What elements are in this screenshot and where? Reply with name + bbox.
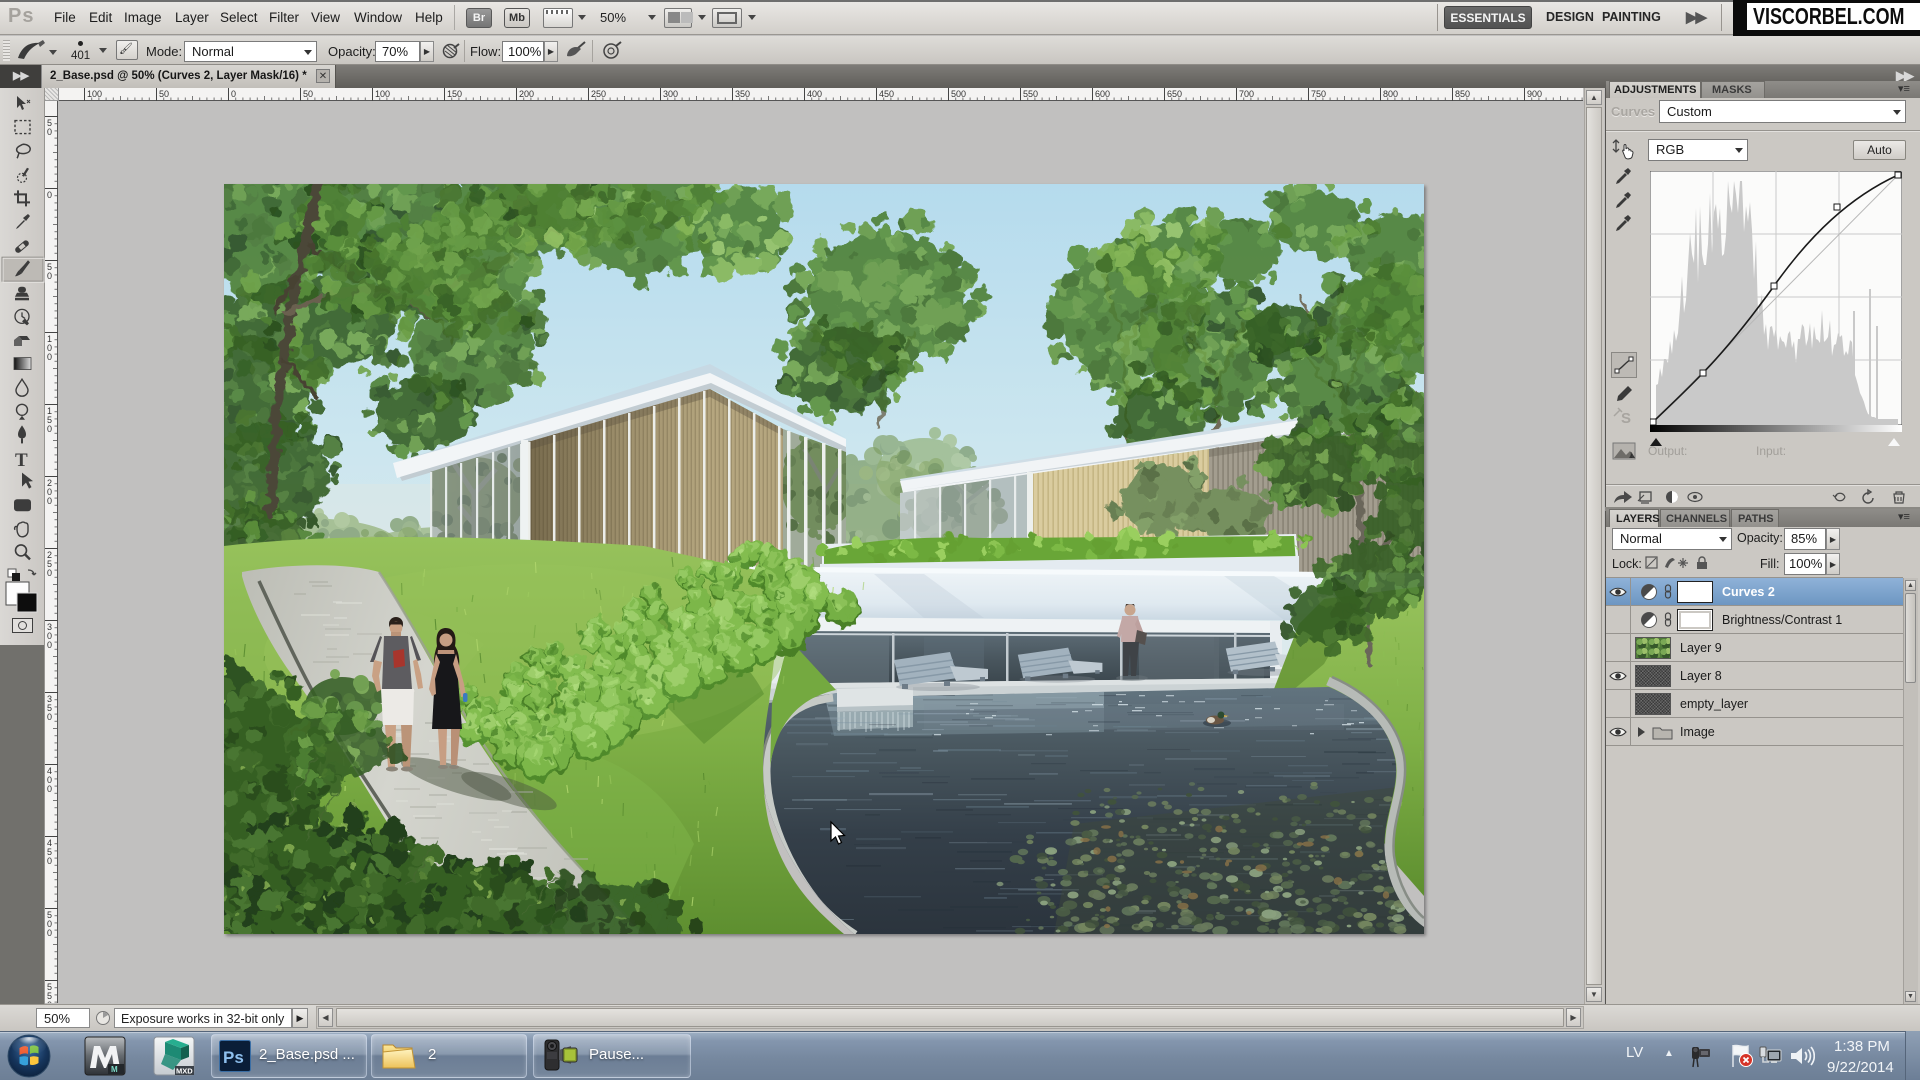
svg-text:0: 0: [47, 784, 52, 794]
svg-text:200: 200: [519, 89, 534, 99]
svg-text:500: 500: [951, 89, 966, 99]
svg-text:450: 450: [879, 89, 894, 99]
svg-text:0: 0: [47, 1000, 52, 1003]
svg-text:100: 100: [375, 89, 390, 99]
svg-text:T: T: [15, 450, 28, 471]
svg-text:400: 400: [807, 89, 822, 99]
svg-text:0: 0: [47, 271, 52, 281]
svg-text:600: 600: [1095, 89, 1110, 99]
svg-text:0: 0: [47, 640, 52, 650]
svg-text:0: 0: [47, 127, 52, 137]
svg-text:0: 0: [47, 424, 52, 434]
svg-text:0: 0: [47, 352, 52, 362]
svg-text:250: 250: [591, 89, 606, 99]
svg-text:650: 650: [1167, 89, 1182, 99]
svg-text:0: 0: [47, 856, 52, 866]
svg-text:100: 100: [87, 89, 102, 99]
svg-text:700: 700: [1239, 89, 1254, 99]
svg-text:0: 0: [47, 712, 52, 722]
svg-text:350: 350: [735, 89, 750, 99]
svg-text:150: 150: [447, 89, 462, 99]
svg-text:900: 900: [1527, 89, 1542, 99]
svg-text:550: 550: [1023, 89, 1038, 99]
svg-text:0: 0: [47, 190, 52, 200]
svg-text:850: 850: [1455, 89, 1470, 99]
svg-text:0: 0: [47, 928, 52, 938]
svg-text:800: 800: [1383, 89, 1398, 99]
svg-text:0: 0: [47, 568, 52, 578]
svg-text:750: 750: [1311, 89, 1326, 99]
svg-text:300: 300: [663, 89, 678, 99]
svg-text:0: 0: [47, 496, 52, 506]
